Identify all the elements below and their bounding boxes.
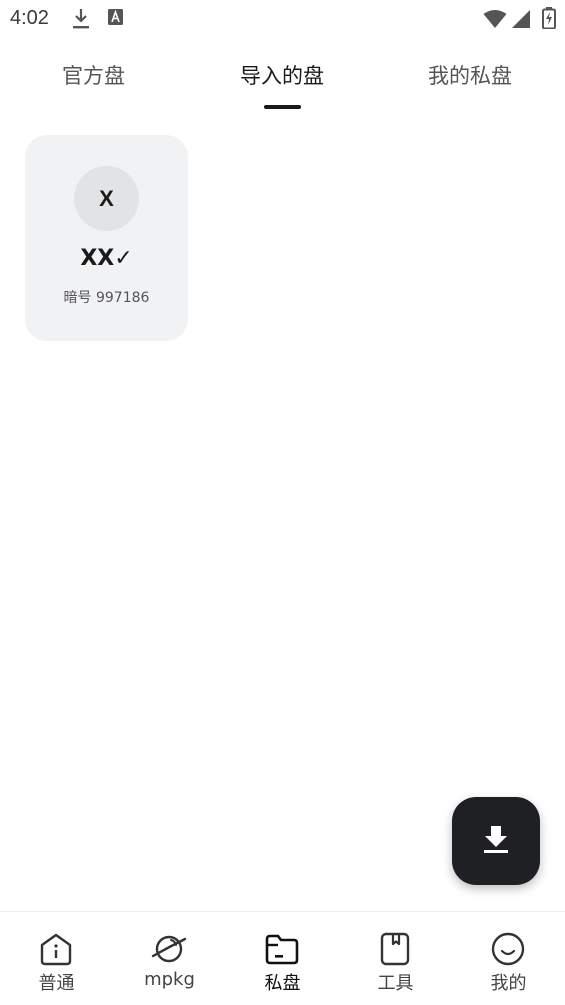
card-title: XX✓	[80, 246, 133, 271]
nav-label-tools: 工具	[377, 973, 414, 994]
status-bar: 4:02	[0, 0, 565, 38]
tab-imported-disk[interactable]: 导入的盘	[240, 60, 324, 90]
nav-item-tools[interactable]: 工具	[339, 912, 452, 1005]
tab-active-indicator	[264, 105, 301, 109]
tab-official-disk[interactable]: 官方盘	[62, 60, 125, 90]
battery-charging-icon	[542, 7, 556, 33]
disk-card[interactable]: X XX✓ 暗号 997186	[25, 135, 188, 341]
signal-icon	[511, 9, 531, 33]
nav-item-mine[interactable]: 我的	[452, 912, 565, 1005]
card-avatar: X	[74, 166, 139, 231]
a-square-icon	[107, 8, 125, 32]
nav-label-mpkg: mpkg	[144, 969, 195, 990]
smile-icon	[490, 931, 526, 967]
nav-item-normal[interactable]: 普通	[0, 912, 113, 1005]
info-house-icon	[38, 931, 74, 967]
download-icon	[72, 8, 90, 34]
wifi-icon	[483, 9, 507, 33]
import-download-button[interactable]	[452, 797, 540, 885]
planet-icon	[151, 931, 187, 967]
nav-label-normal: 普通	[38, 973, 75, 994]
nav-item-private-disk[interactable]: 私盘	[226, 912, 339, 1005]
bookmark-book-icon	[377, 931, 413, 967]
nav-item-mpkg[interactable]: mpkg	[113, 912, 226, 1005]
download-icon	[482, 824, 510, 858]
tab-my-private-disk[interactable]: 我的私盘	[428, 60, 512, 90]
tab-bar: 官方盘 导入的盘 我的私盘	[0, 50, 565, 112]
nav-label-private-disk: 私盘	[264, 973, 301, 994]
folder-icon	[264, 931, 300, 967]
nav-label-mine: 我的	[490, 973, 527, 994]
card-code: 暗号 997186	[63, 290, 150, 306]
bottom-nav: 普通 mpkg 私盘 工具 我的	[0, 911, 565, 1005]
status-time: 4:02	[10, 7, 49, 29]
